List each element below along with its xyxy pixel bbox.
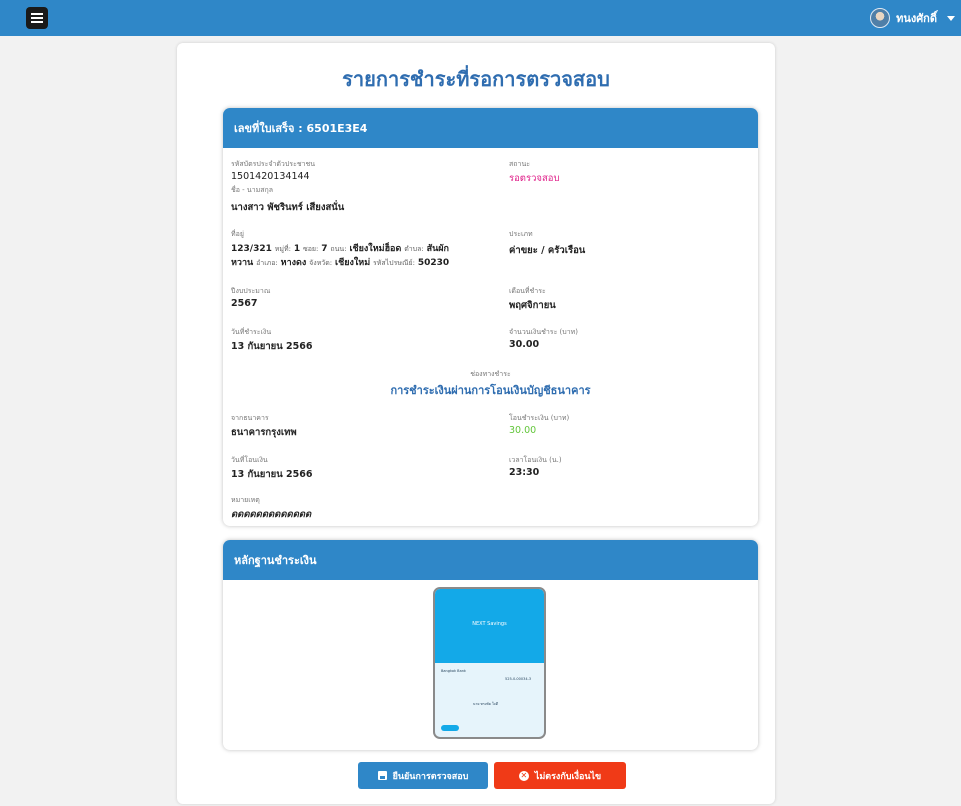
- evidence-card: หลักฐานชำระเงิน NEXT Savings Bangkok Ban…: [223, 540, 758, 750]
- receipt-number-label: เลขที่ใบเสร็จ : 6501E3E4: [234, 122, 368, 135]
- month-label: เดือนที่ชำระ: [509, 287, 546, 295]
- transfer-time-label: เวลาโอนเงิน (น.): [509, 456, 562, 464]
- receipt-card: เลขที่ใบเสร็จ : 6501E3E4 รหัสบัตรประจำตั…: [223, 108, 758, 526]
- slip-recipient: นาย ทรงชัย ใจดี: [473, 702, 498, 706]
- amount-label: จำนวนเงินชำระ (บาท): [509, 328, 579, 336]
- top-navbar: ทนงศักดิ์: [0, 0, 961, 36]
- slip-account: 525-0-00034-3: [505, 677, 532, 681]
- evidence-card-header: หลักฐานชำระเงิน: [223, 540, 758, 580]
- slip-from: Bangkok Bank: [441, 669, 466, 673]
- chevron-down-icon: [947, 15, 955, 21]
- transfer-time-value: 23:30: [509, 467, 540, 478]
- bank-value: ธนาคารกรุงเทพ: [231, 427, 297, 438]
- avatar: [870, 8, 891, 28]
- receipt-card-header: เลขที่ใบเสร็จ : 6501E3E4: [223, 108, 758, 148]
- save-icon: [377, 771, 387, 780]
- pay-date-label: วันที่ชำระเงิน: [231, 328, 272, 336]
- budget-year-label: ปีงบประมาณ: [231, 287, 271, 295]
- reject-button[interactable]: ✕ ไม่ตรงกับเงื่อนไข: [494, 762, 626, 789]
- payment-slip-image[interactable]: NEXT Savings Bangkok Bank 525-0-00034-3 …: [433, 587, 546, 739]
- budget-year-value: 2567: [231, 298, 258, 309]
- slip-title: NEXT Savings: [472, 621, 507, 627]
- status-label: สถานะ: [509, 160, 530, 168]
- transfer-amount-value: 30.00: [509, 425, 537, 436]
- amount-value: 30.00: [509, 339, 540, 350]
- hamburger-menu-icon[interactable]: [26, 7, 48, 29]
- month-value: พฤศจิกายน: [509, 300, 556, 311]
- name-label: ชื่อ - นามสกุล: [231, 186, 274, 194]
- note-value: ดดดดดดดดดดดดด: [231, 509, 312, 520]
- note-label: หมายเหตุ: [231, 496, 260, 504]
- name-value: นางสาว พัชรินทร์ เสียงสนั่น: [231, 202, 345, 213]
- user-name: ทนงศักดิ์: [896, 12, 937, 25]
- user-menu[interactable]: ทนงศักดิ์: [870, 8, 955, 28]
- evidence-title: หลักฐานชำระเงิน: [234, 554, 317, 567]
- close-circle-icon: ✕: [518, 770, 529, 781]
- channel-value: การชำระเงินผ่านการโอนเงินบัญชีธนาคาร: [390, 384, 591, 397]
- bank-label: จากธนาคาร: [231, 414, 269, 422]
- reject-button-label: ไม่ตรงกับเงื่อนไข: [534, 771, 602, 782]
- page-title: รายการชำระที่รอการตรวจสอบ: [342, 67, 610, 91]
- citizen-id-value: 1501420134144: [231, 171, 310, 182]
- address-label: ที่อยู่: [231, 230, 244, 238]
- type-label: ประเภท: [509, 230, 533, 238]
- confirm-button[interactable]: ยืนยันการตรวจสอบ: [358, 762, 488, 789]
- transfer-amount-label: โอนชำระเงิน (บาท): [509, 414, 570, 422]
- address-value: 123/321 หมู่ที่: 1 ซอย: 7 ถนน: เชียงใหม่…: [231, 244, 450, 268]
- transfer-date-value: 13 กันยายน 2566: [231, 469, 313, 480]
- type-value: ค่าขยะ / ครัวเรือน: [509, 245, 586, 256]
- transfer-date-label: วันที่โอนเงิน: [231, 456, 268, 464]
- status-badge: รอตรวจสอบ: [509, 173, 560, 184]
- channel-label: ช่องทางชำระ: [470, 370, 511, 378]
- content-panel: รายการชำระที่รอการตรวจสอบ เลขที่ใบเสร็จ …: [177, 43, 775, 804]
- bank-logo-icon: [441, 725, 459, 731]
- pay-date-value: 13 กันยายน 2566: [231, 341, 313, 352]
- citizen-id-label: รหัสบัตรประจำตัวประชาชน: [231, 160, 316, 168]
- confirm-button-label: ยืนยันการตรวจสอบ: [392, 771, 469, 782]
